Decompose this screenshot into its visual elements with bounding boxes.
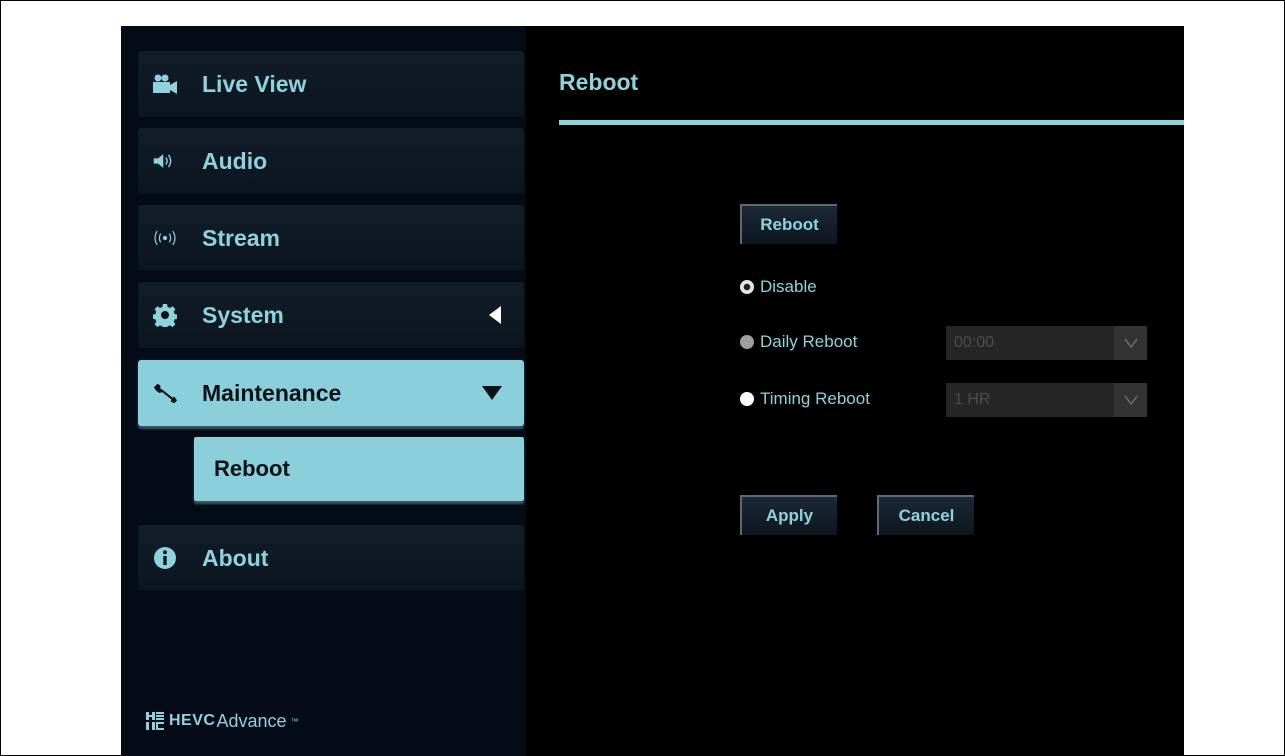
browser-frame: Live View Audio Stream System Maintenanc… — [0, 0, 1285, 756]
broadcast-icon — [152, 225, 178, 251]
chevron-down-icon — [1114, 326, 1147, 360]
reboot-button[interactable]: Reboot — [740, 204, 837, 244]
radio-timing-reboot[interactable]: Timing Reboot — [740, 389, 870, 409]
sidebar-item-about[interactable]: About — [138, 525, 524, 591]
radio-daily-reboot[interactable]: Daily Reboot — [740, 332, 857, 352]
caret-left-icon — [488, 306, 502, 324]
main-content: Reboot Reboot Disable Daily Reboot 00:00… — [526, 26, 1184, 756]
sidebar-item-label: Audio — [202, 147, 268, 174]
video-camera-icon — [152, 71, 178, 97]
sidebar-item-maintenance[interactable]: Maintenance — [138, 360, 524, 426]
daily-reboot-time-value: 00:00 — [954, 334, 995, 351]
chevron-down-icon — [1114, 383, 1147, 417]
caret-down-icon — [482, 385, 502, 401]
hevc-advance-logo: HEVC Advance ™ — [145, 709, 299, 733]
radio-checked-icon — [740, 280, 754, 294]
gear-icon — [152, 302, 178, 328]
sidebar: Live View Audio Stream System Maintenanc… — [121, 26, 526, 756]
speaker-icon — [152, 148, 178, 174]
radio-label-daily-reboot: Daily Reboot — [760, 332, 858, 351]
apply-button[interactable]: Apply — [740, 495, 837, 535]
radio-unchecked-icon — [740, 392, 754, 406]
sidebar-item-label: About — [202, 544, 269, 571]
daily-reboot-time-select[interactable]: 00:00 — [946, 326, 1147, 360]
title-divider — [559, 120, 1184, 125]
sidebar-item-label: Live View — [202, 70, 307, 97]
sidebar-subitem-label: Reboot — [214, 456, 290, 481]
radio-disable[interactable]: Disable — [740, 277, 817, 297]
sidebar-subitem-reboot[interactable]: Reboot — [194, 437, 524, 501]
sidebar-item-live-view[interactable]: Live View — [138, 51, 524, 117]
radio-label-timing-reboot: Timing Reboot — [760, 389, 870, 408]
sidebar-item-audio[interactable]: Audio — [138, 128, 524, 194]
sidebar-item-label: Maintenance — [202, 379, 342, 406]
hevc-logo-mark-icon — [146, 712, 164, 730]
page-title: Reboot — [559, 69, 639, 95]
sidebar-item-label: Stream — [202, 224, 280, 251]
wrench-icon — [152, 380, 178, 406]
radio-disabled-icon — [740, 335, 754, 349]
logo-trademark: ™ — [290, 716, 299, 726]
timing-reboot-interval-value: 1 HR — [954, 391, 991, 408]
logo-hevc-text: HEVC — [169, 712, 216, 729]
sidebar-item-label: System — [202, 301, 284, 328]
info-icon — [152, 545, 178, 571]
sidebar-item-system[interactable]: System — [138, 282, 524, 348]
cancel-button[interactable]: Cancel — [877, 495, 974, 535]
sidebar-item-stream[interactable]: Stream — [138, 205, 524, 271]
app-window: Live View Audio Stream System Maintenanc… — [121, 26, 1184, 756]
timing-reboot-interval-select[interactable]: 1 HR — [946, 383, 1147, 417]
radio-label-disable: Disable — [760, 277, 817, 296]
logo-advance-text: Advance — [216, 710, 287, 731]
